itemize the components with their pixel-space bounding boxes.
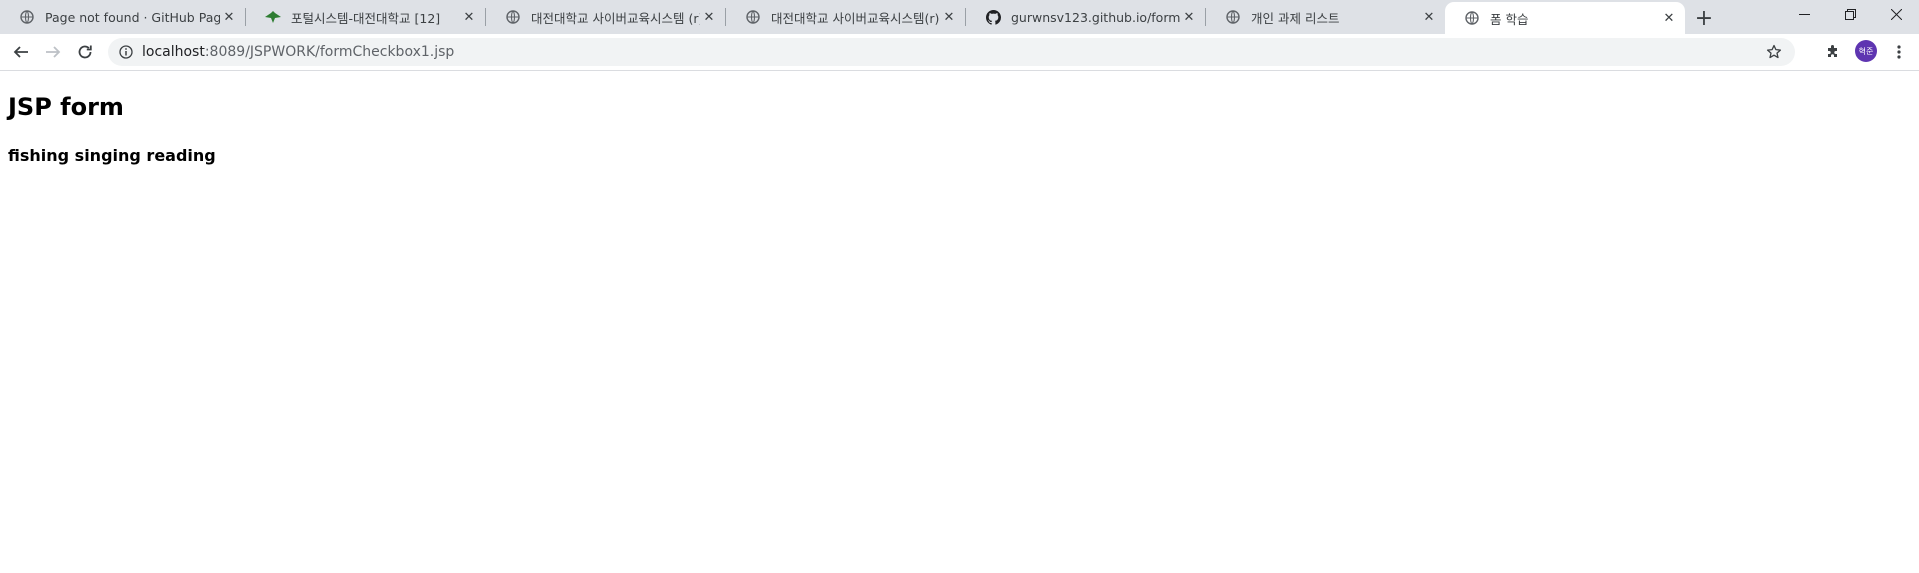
profile-initials: 혁준 [1858,46,1874,56]
selected-hobbies-text: fishing singing reading [8,146,216,165]
tab-title: 포털시스템-대전대학교 [12] [291,10,441,26]
tab-title: 폼 학습 [1490,11,1529,27]
tab-title: 대전대학교 사이버교육시스템(r) [771,10,940,26]
back-arrow-icon[interactable] [8,39,34,65]
close-icon[interactable] [1873,0,1919,28]
avatar[interactable]: 혁준 [1855,40,1877,62]
reload-icon[interactable] [72,39,98,65]
page-content: JSP form fishing singing reading [0,71,1919,573]
globe-icon [1464,10,1480,26]
tab-personal-assignments[interactable]: 개인 과제 리스트 ✕ [1206,0,1445,34]
tab-close-icon[interactable]: ✕ [1420,8,1438,26]
plus-icon[interactable]: + [1692,6,1716,31]
tab-form-study[interactable]: 폼 학습 ✕ [1445,2,1685,34]
tab-title: 대전대학교 사이버교육시스템 (r) [531,10,700,26]
tab-title: gurwnsv123.github.io/formText1 [1011,9,1180,25]
tab-page-not-found[interactable]: Page not found · GitHub Pages ✕ [0,0,245,34]
globe-icon [745,9,761,25]
extensions-puzzle-icon[interactable] [1820,39,1846,65]
globe-icon [19,9,35,25]
github-icon [985,9,1001,25]
forward-arrow-icon[interactable] [40,39,66,65]
tab-close-icon[interactable]: ✕ [700,8,718,26]
globe-icon [505,9,521,25]
tab-cyber-education-2[interactable]: 대전대학교 사이버교육시스템(r) ✕ [726,0,965,34]
tab-github-formtext[interactable]: gurwnsv123.github.io/formText1 ✕ [966,0,1205,34]
tab-title: 개인 과제 리스트 [1251,10,1340,26]
minimize-icon[interactable] [1781,0,1827,28]
browser-toolbar: localhost:8089/JSPWORK/formCheckbox1.jsp… [0,34,1919,71]
tab-close-icon[interactable]: ✕ [940,8,958,26]
url-path: :8089/JSPWORK/formCheckbox1.jsp [204,44,455,60]
url-host: localhost [142,44,205,60]
bookmark-star-icon[interactable] [1765,43,1783,61]
tab-cyber-education-1[interactable]: 대전대학교 사이버교육시스템 (r) ✕ [486,0,725,34]
more-menu-icon[interactable] [1886,39,1912,65]
tab-close-icon[interactable]: ✕ [1180,8,1198,26]
info-icon[interactable] [118,44,134,60]
tab-portal-system[interactable]: 포털시스템-대전대학교 [12] ✕ [246,0,485,34]
tab-close-icon[interactable]: ✕ [220,8,238,26]
university-logo-icon [265,9,281,25]
globe-icon [1225,9,1241,25]
address-bar[interactable]: localhost:8089/JSPWORK/formCheckbox1.jsp [108,38,1795,66]
tab-close-icon[interactable]: ✕ [1660,9,1678,27]
page-title: JSP form [8,93,124,121]
tab-close-icon[interactable]: ✕ [460,8,478,26]
tab-title: Page not found · GitHub Pages [45,9,220,25]
tab-strip: Page not found · GitHub Pages ✕ 포털시스템-대전… [0,0,1919,34]
url-text: localhost:8089/JSPWORK/formCheckbox1.jsp [142,44,454,60]
restore-icon[interactable] [1827,0,1873,28]
